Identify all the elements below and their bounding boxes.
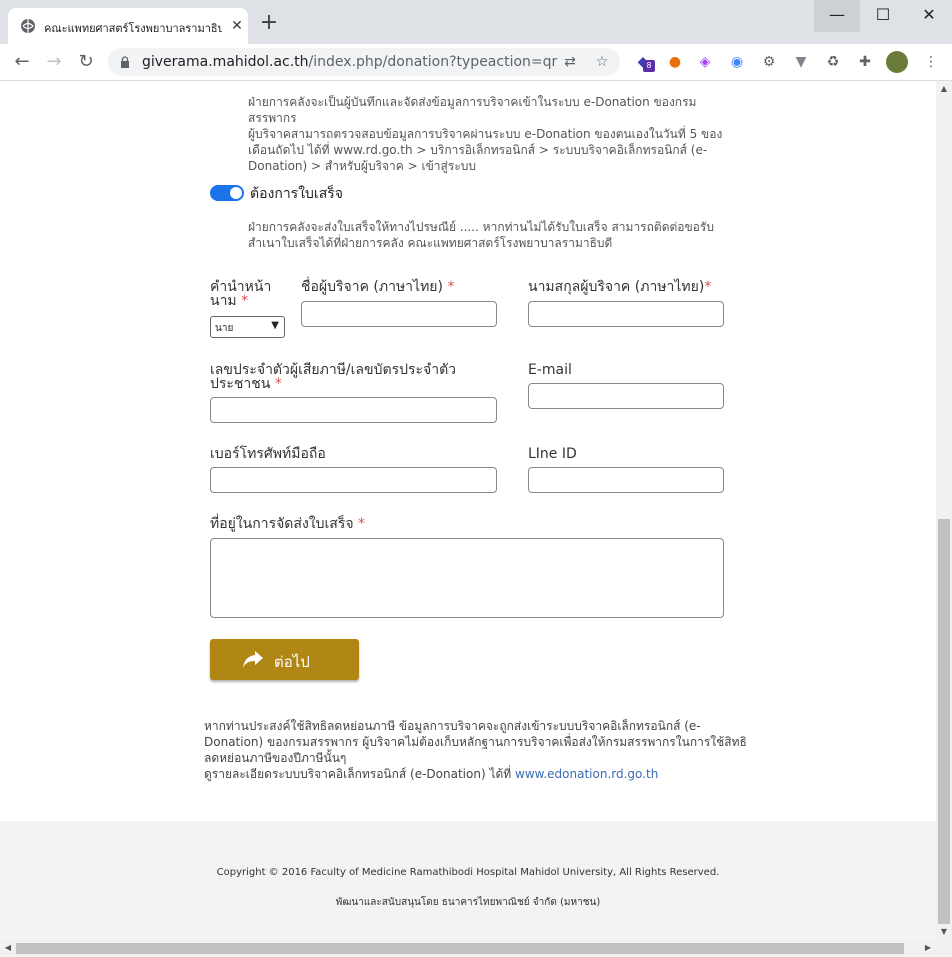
info-line-3: ลดหย่อนภาษีของปีภาษีนั้นๆ [204, 751, 347, 765]
edonation-note-5: Donation) > สำหรับผู้บริจาค > เข้าสู่ระบ… [248, 159, 476, 173]
reload-icon[interactable]: ↻ [74, 50, 98, 74]
line-id-input[interactable] [528, 467, 724, 493]
prefix-select[interactable]: นาย ▼ [210, 316, 285, 338]
firstname-label: ชื่อผู้บริจาค (ภาษาไทย) * [301, 280, 454, 295]
taxid-label: ประชาชน * [210, 377, 282, 392]
extension-recycle-icon[interactable]: ♻ [822, 51, 844, 73]
taxid-label-2: ประชาชน [210, 376, 271, 392]
required-mark: * [704, 279, 712, 295]
email-input[interactable] [528, 383, 724, 409]
url-text: giverama.mahidol.ac.th/index.php/donatio… [142, 54, 557, 70]
taxid-input[interactable] [210, 397, 497, 423]
edonation-note-1: ฝ่ายการคลังจะเป็นผู้บันทึกและจัดส่งข้อมู… [248, 95, 697, 109]
extension-badge: 8 [643, 60, 655, 72]
page-content: ฝ่ายการคลังจะเป็นผู้บันทึกและจัดส่งข้อมู… [0, 81, 936, 940]
lastname-input[interactable] [528, 301, 724, 327]
copyright-text: Copyright © 2016 Faculty of Medicine Ram… [216, 867, 720, 878]
prefix-label-2: นาม [210, 293, 237, 309]
forward-icon[interactable]: → [42, 50, 66, 74]
extension-gear-icon[interactable]: ⚙ [758, 51, 780, 73]
required-mark: * [241, 293, 249, 309]
browser-toolbar: ← → ↻ giverama.mahidol.ac.th/index.php/d… [0, 44, 952, 81]
edonation-note-4: เดือนถัดไป ได้ที่ www.rd.go.th > บริการอ… [248, 143, 708, 157]
lastname-label: นามสกุลผู้บริจาค (ภาษาไทย)* [528, 280, 711, 295]
receipt-toggle-label: ต้องการใบเสร็จ [250, 186, 343, 202]
minimize-button[interactable]: — [814, 0, 860, 32]
prefix-label: นาม * [210, 294, 248, 309]
email-label: E-mail [528, 362, 572, 378]
next-button[interactable]: ต่อไป [210, 639, 359, 680]
close-icon[interactable]: ✕ [228, 17, 246, 35]
info-line-4: ดูรายละเอียดระบบบริจาคอิเล็กทรอนิกส์ (e-… [204, 766, 658, 782]
required-mark: * [274, 376, 282, 392]
scroll-left-icon[interactable]: ◀ [0, 940, 16, 956]
vertical-scrollbar[interactable]: ▲ ▼ [936, 81, 952, 940]
tab-strip: คณะแพทยศาสตร์โรงพยาบาลรามาธิบดี มหาวิทยา… [0, 0, 952, 44]
edonation-note-2: สรรพากร [248, 111, 297, 125]
menu-icon[interactable]: ⋮ [920, 51, 942, 73]
lock-icon [121, 56, 129, 68]
firstname-input[interactable] [301, 301, 497, 327]
info-line-4-text: ดูรายละเอียดระบบบริจาคอิเล็กทรอนิกส์ (e-… [204, 767, 512, 781]
new-tab-button[interactable]: + [258, 12, 280, 35]
star-icon[interactable]: ☆ [592, 52, 612, 72]
scroll-right-icon[interactable]: ▶ [920, 940, 936, 956]
line-id-label: LIne ID [528, 446, 577, 462]
vertical-scroll-thumb[interactable] [938, 519, 950, 924]
scroll-up-icon[interactable]: ▲ [936, 81, 952, 97]
edonation-note-3: ผู้บริจาคสามารถตรวจสอบข้อมูลการบริจาคผ่า… [248, 127, 723, 141]
url-host: giverama.mahidol.ac.th [142, 54, 309, 70]
receipt-note-2: สำเนาใบเสร็จได้ที่ฝ่ายการคลัง คณะแพทยศาส… [248, 236, 613, 250]
receipt-toggle[interactable] [210, 185, 244, 201]
info-line-2: Donation) ของกรมสรรพากร ผู้บริจาคไม่ต้อง… [204, 735, 747, 749]
share-arrow-icon [243, 651, 263, 668]
developer-text: พัฒนาและสนับสนุนโดย ธนาคารไทยพาณิชย์ จำก… [335, 897, 601, 908]
translate-icon[interactable]: ⇄ [560, 52, 580, 72]
close-window-button[interactable]: ✕ [906, 0, 952, 32]
back-icon[interactable]: ← [10, 50, 34, 74]
toggle-knob [230, 187, 242, 199]
extension-v-icon[interactable]: ▼ [790, 51, 812, 73]
horizontal-scrollbar[interactable]: ◀ ▶ [0, 940, 952, 957]
puzzle-icon[interactable]: ✚ [854, 51, 876, 73]
address-textarea[interactable] [210, 538, 724, 618]
tab-title: คณะแพทยศาสตร์โรงพยาบาลรามาธิบดี มหาวิทยา… [44, 22, 222, 35]
extension-paint-icon[interactable]: ◈ [694, 51, 716, 73]
phone-input[interactable] [210, 467, 497, 493]
firstname-label-text: ชื่อผู้บริจาค (ภาษาไทย) [301, 279, 443, 295]
prefix-select-value: นาย [215, 323, 234, 334]
maximize-button[interactable]: ☐ [860, 0, 906, 32]
browser-tab[interactable]: คณะแพทยศาสตร์โรงพยาบาลรามาธิบดี มหาวิทยา… [8, 8, 248, 44]
url-path: /index.php/donation?typeaction=qr [308, 54, 558, 70]
receipt-note-1: ฝ่ายการคลังจะส่งใบเสร็จให้ทางไปรษณีย์ ..… [248, 220, 714, 234]
extension-stack-icon[interactable]: ◆8 [632, 51, 655, 73]
horizontal-scroll-thumb[interactable] [16, 943, 904, 954]
footer: Copyright © 2016 Faculty of Medicine Ram… [0, 821, 936, 940]
required-mark: * [447, 279, 455, 295]
address-label-text: ที่อยู่ในการจัดส่งใบเสร็จ [210, 516, 354, 532]
globe-icon [21, 19, 35, 33]
address-label: ที่อยู่ในการจัดส่งใบเสร็จ * [210, 517, 365, 532]
info-line-1: หากท่านประสงค์ใช้สิทธิลดหย่อนภาษี ข้อมูล… [204, 719, 701, 733]
extension-bot-icon[interactable]: ● [664, 51, 686, 73]
next-button-label: ต่อไป [274, 653, 310, 671]
phone-label: เบอร์โทรศัพท์มือถือ [210, 446, 326, 462]
edonation-link[interactable]: www.edonation.rd.go.th [515, 767, 658, 781]
lastname-label-text: นามสกุลผู้บริจาค (ภาษาไทย) [528, 279, 705, 295]
chevron-down-icon: ▼ [271, 320, 279, 331]
avatar[interactable] [886, 51, 908, 73]
scroll-down-icon[interactable]: ▼ [936, 924, 952, 940]
address-bar[interactable]: giverama.mahidol.ac.th/index.php/donatio… [108, 48, 620, 76]
extension-circle-icon[interactable]: ◉ [726, 51, 748, 73]
required-mark: * [358, 516, 366, 532]
